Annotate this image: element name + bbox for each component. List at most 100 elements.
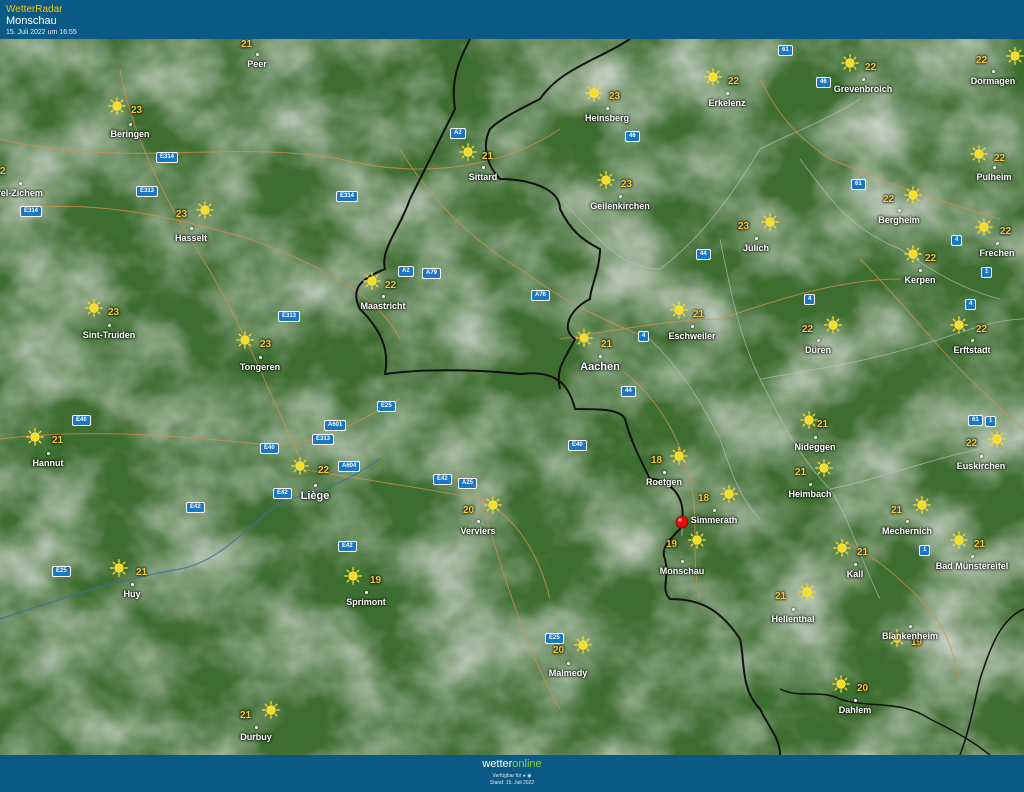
- city-label[interactable]: Durbuy: [240, 732, 272, 742]
- city-dot: [382, 295, 385, 298]
- city-label[interactable]: Pulheim: [976, 172, 1011, 182]
- city-label[interactable]: Verviers: [460, 526, 495, 536]
- city-dot: [792, 608, 795, 611]
- temperature-label: 22: [976, 55, 988, 66]
- city-label[interactable]: Hannut: [33, 458, 64, 468]
- city-label[interactable]: Bergheim: [878, 215, 920, 225]
- brand-logo[interactable]: wetteronline: [0, 758, 1024, 770]
- road-sign: 4: [638, 331, 650, 342]
- city-label[interactable]: Dormagen: [971, 76, 1016, 86]
- city-label[interactable]: Grevenbroich: [834, 84, 893, 94]
- city-dot: [599, 355, 602, 358]
- road-sign: 1: [919, 545, 931, 556]
- city-label[interactable]: Hasselt: [175, 233, 207, 243]
- road-sign: 46: [816, 77, 831, 88]
- city-dot: [906, 520, 909, 523]
- city-label[interactable]: Sprimont: [346, 597, 386, 607]
- city-label[interactable]: Aachen: [580, 361, 620, 373]
- city-dot: [814, 436, 817, 439]
- city-dot: [691, 325, 694, 328]
- city-label[interactable]: Kerpen: [904, 275, 935, 285]
- city-dot: [256, 53, 259, 56]
- temperature-label: 22: [385, 280, 397, 291]
- city-label[interactable]: Eschweiler: [668, 331, 715, 341]
- city-label[interactable]: Blankenheim: [882, 631, 938, 641]
- city-label[interactable]: rel-Zichem: [0, 188, 43, 198]
- city-label[interactable]: Euskirchen: [957, 461, 1006, 471]
- temperature-label: 22: [1000, 226, 1012, 237]
- city-label[interactable]: Bad Münstereifel: [936, 561, 1009, 571]
- temperature-label: 21: [240, 710, 252, 721]
- road-sign: A604: [338, 461, 361, 472]
- city-label[interactable]: Nideggen: [794, 442, 835, 452]
- location-pin-icon[interactable]: [674, 515, 690, 542]
- sun-icon: [262, 701, 280, 719]
- logo-text-1: wetter: [482, 758, 513, 770]
- city-label[interactable]: Tongeren: [240, 362, 280, 372]
- city-dot: [809, 483, 812, 486]
- sun-icon: [108, 97, 126, 115]
- city-dot: [482, 166, 485, 169]
- city-label[interactable]: Heinsberg: [585, 113, 629, 123]
- sun-icon: [988, 430, 1006, 448]
- city-label[interactable]: Erftstadt: [953, 345, 990, 355]
- temperature-label: 18: [698, 493, 710, 504]
- city-label[interactable]: Erkelenz: [708, 98, 745, 108]
- city-label[interactable]: Kall: [847, 569, 864, 579]
- city-label[interactable]: Maastricht: [360, 301, 405, 311]
- sun-icon: [363, 272, 381, 290]
- timestamp: 15. Juli 2022 um 16:55: [6, 29, 77, 36]
- temperature-label: 23: [621, 179, 633, 190]
- city-dot: [817, 339, 820, 342]
- temperature-label: 21: [241, 39, 253, 50]
- sun-icon: [832, 675, 850, 693]
- sun-icon: [670, 301, 688, 319]
- temperature-label: 23: [609, 91, 621, 102]
- city-label[interactable]: Heimbach: [788, 489, 831, 499]
- sun-icon: [833, 539, 851, 557]
- sun-icon: [291, 457, 309, 475]
- temperature-label: 21: [817, 419, 829, 430]
- city-label[interactable]: Dahlem: [839, 705, 872, 715]
- city-label[interactable]: Roetgen: [646, 477, 682, 487]
- sun-icon: [597, 171, 615, 189]
- temperature-label: 22: [883, 194, 895, 205]
- city-dot: [131, 583, 134, 586]
- city-label[interactable]: Malmedy: [549, 668, 588, 678]
- road-sign: E314: [336, 191, 359, 202]
- temperature-label: 21: [52, 435, 64, 446]
- city-dot: [190, 227, 193, 230]
- map-background: [0, 39, 1024, 755]
- sun-icon: [913, 496, 931, 514]
- city-dot: [606, 107, 609, 110]
- road-sign: E25: [545, 633, 564, 644]
- city-label[interactable]: Huy: [123, 589, 140, 599]
- city-dot: [713, 509, 716, 512]
- city-label[interactable]: Sint-Truiden: [83, 330, 136, 340]
- sun-icon: [798, 583, 816, 601]
- city-label[interactable]: Sittard: [469, 172, 498, 182]
- city-label[interactable]: Beringen: [110, 129, 149, 139]
- road-sign: 4: [965, 299, 977, 310]
- radar-map[interactable]: 21 Peer 23 Beringen 23 Hasselt 2 rel-Zichem 23 Si…: [0, 39, 1024, 755]
- city-dot: [854, 563, 857, 566]
- city-label[interactable]: Jülich: [743, 243, 769, 253]
- city-label[interactable]: Simmerath: [691, 515, 738, 525]
- road-sign: E42: [338, 541, 357, 552]
- city-label[interactable]: Monschau: [660, 566, 705, 576]
- sun-icon: [459, 143, 477, 161]
- city-label[interactable]: Liège: [301, 490, 330, 502]
- city-label[interactable]: Frechen: [979, 248, 1014, 258]
- city-label[interactable]: Düren: [805, 345, 831, 355]
- city-label[interactable]: Mechernich: [882, 526, 932, 536]
- sun-icon: [904, 245, 922, 263]
- city-label[interactable]: Hellenthal: [771, 614, 814, 624]
- road-sign: A76: [531, 290, 551, 301]
- city-dot: [19, 182, 22, 185]
- city-label[interactable]: Geilenkirchen: [590, 201, 650, 211]
- header-bar: WetterRadar Monschau 15. Juli 2022 um 16…: [0, 0, 1024, 39]
- temperature-label: 23: [260, 339, 272, 350]
- sun-icon: [950, 531, 968, 549]
- city-label[interactable]: Peer: [247, 59, 267, 69]
- android-icon: ◉: [527, 773, 532, 779]
